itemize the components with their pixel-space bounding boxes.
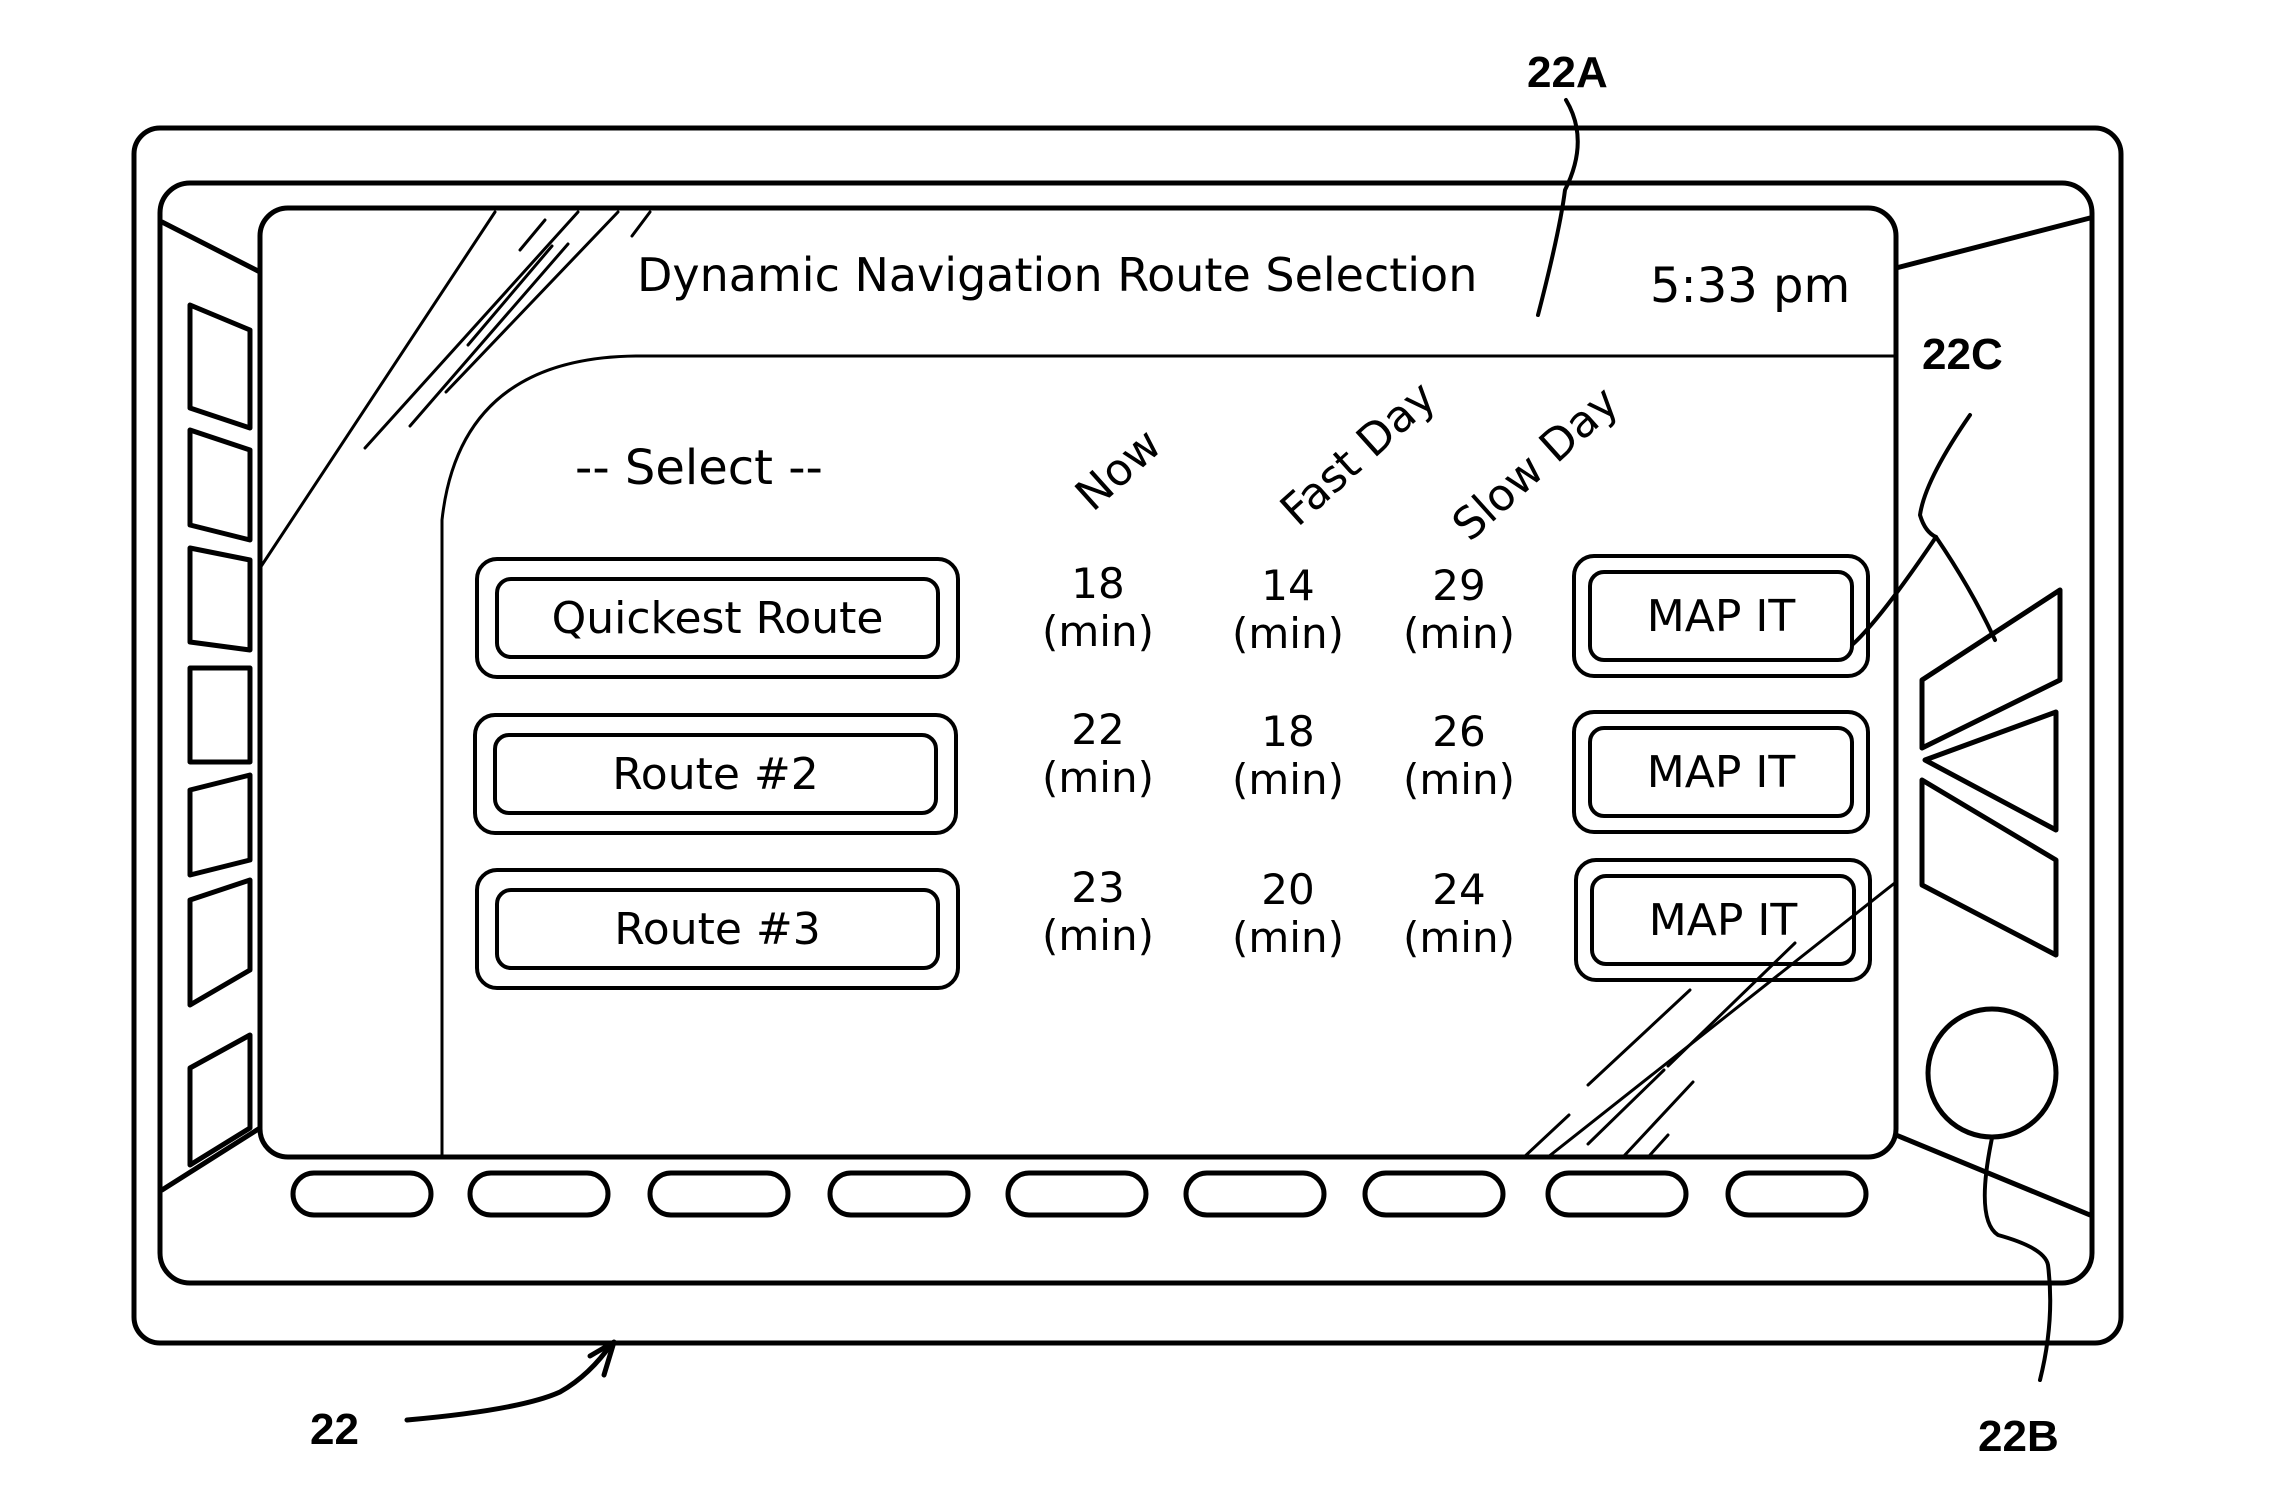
value-unit: (min) <box>1042 753 1154 802</box>
value-unit: (min) <box>1042 911 1154 960</box>
value-slow-day: 24 (min) <box>1389 866 1529 962</box>
value-unit: (min) <box>1232 609 1344 658</box>
bottom-button-4[interactable] <box>827 1170 971 1218</box>
value-number: 20 <box>1261 865 1315 914</box>
value-unit: (min) <box>1232 755 1344 804</box>
route-button-2[interactable]: Route #2 <box>473 713 958 835</box>
value-now: 18 (min) <box>1028 560 1168 656</box>
left-button-3[interactable] <box>187 545 253 653</box>
screen-title: Dynamic Navigation Route Selection <box>637 248 1478 302</box>
map-it-button-1[interactable]: MAP IT <box>1572 554 1870 678</box>
value-number: 26 <box>1432 707 1486 756</box>
value-number: 23 <box>1071 863 1125 912</box>
bevel-bottom-right <box>1893 1132 2093 1218</box>
value-number: 29 <box>1432 561 1486 610</box>
value-now: 23 (min) <box>1028 864 1168 960</box>
map-it-label: MAP IT <box>1590 874 1856 966</box>
bottom-button-2[interactable] <box>467 1170 611 1218</box>
leader-22C-b <box>1934 535 1997 642</box>
value-number: 18 <box>1261 707 1315 756</box>
value-number: 22 <box>1071 705 1125 754</box>
label-22: 22 <box>310 1405 359 1454</box>
label-22A: 22A <box>1527 48 1608 97</box>
value-fast-day: 18 (min) <box>1218 708 1358 804</box>
left-button-2[interactable] <box>187 427 253 543</box>
bottom-buttons <box>290 1170 1869 1218</box>
value-unit: (min) <box>1403 609 1515 658</box>
route-button-quickest[interactable]: Quickest Route <box>475 557 960 679</box>
bottom-button-7[interactable] <box>1362 1170 1506 1218</box>
map-it-label: MAP IT <box>1588 726 1854 818</box>
bottom-button-5[interactable] <box>1005 1170 1149 1218</box>
route-button-label: Quickest Route <box>495 577 940 659</box>
value-number: 24 <box>1432 865 1486 914</box>
select-label: -- Select -- <box>575 440 823 496</box>
right-button-up[interactable] <box>1919 587 2063 751</box>
right-button-left-triangle[interactable] <box>1922 709 2059 833</box>
value-slow-day: 29 (min) <box>1389 562 1529 658</box>
route-button-label: Route #3 <box>495 888 940 970</box>
bevel-bottom-left <box>159 1125 263 1193</box>
bottom-button-3[interactable] <box>647 1170 791 1218</box>
left-side-buttons <box>187 302 253 1168</box>
route-button-label: Route #2 <box>493 733 938 815</box>
bottom-button-1[interactable] <box>290 1170 434 1218</box>
map-it-label: MAP IT <box>1588 570 1854 662</box>
glare-lines-top-left <box>258 210 652 570</box>
left-button-4[interactable] <box>187 665 253 765</box>
value-unit: (min) <box>1232 913 1344 962</box>
map-it-button-2[interactable]: MAP IT <box>1572 710 1870 834</box>
left-button-6[interactable] <box>187 877 253 1008</box>
value-fast-day: 20 (min) <box>1218 866 1358 962</box>
label-22C: 22C <box>1922 330 2003 379</box>
right-button-down[interactable] <box>1919 777 2059 958</box>
value-now: 22 (min) <box>1028 706 1168 802</box>
route-button-3[interactable]: Route #3 <box>475 868 960 990</box>
leader-22 <box>404 1340 615 1423</box>
screen <box>257 205 1899 1160</box>
bottom-button-9[interactable] <box>1725 1170 1869 1218</box>
value-number: 14 <box>1261 561 1315 610</box>
value-unit: (min) <box>1042 607 1154 656</box>
left-button-7[interactable] <box>187 1032 253 1168</box>
left-button-1[interactable] <box>187 302 253 431</box>
value-unit: (min) <box>1403 755 1515 804</box>
bottom-button-6[interactable] <box>1183 1170 1327 1218</box>
right-side-buttons <box>1919 587 2063 958</box>
map-it-button-3[interactable]: MAP IT <box>1574 858 1872 982</box>
bevel-top-left <box>159 219 263 275</box>
bottom-button-8[interactable] <box>1545 1170 1689 1218</box>
value-fast-day: 14 (min) <box>1218 562 1358 658</box>
label-22B: 22B <box>1978 1412 2059 1461</box>
value-unit: (min) <box>1403 913 1515 962</box>
bevel-top-right <box>1893 215 2093 271</box>
value-number: 18 <box>1071 559 1125 608</box>
value-slow-day: 26 (min) <box>1389 708 1529 804</box>
left-button-5[interactable] <box>187 772 253 878</box>
clock-time: 5:33 pm <box>1650 258 1851 314</box>
rotary-knob[interactable] <box>1925 1006 2059 1140</box>
